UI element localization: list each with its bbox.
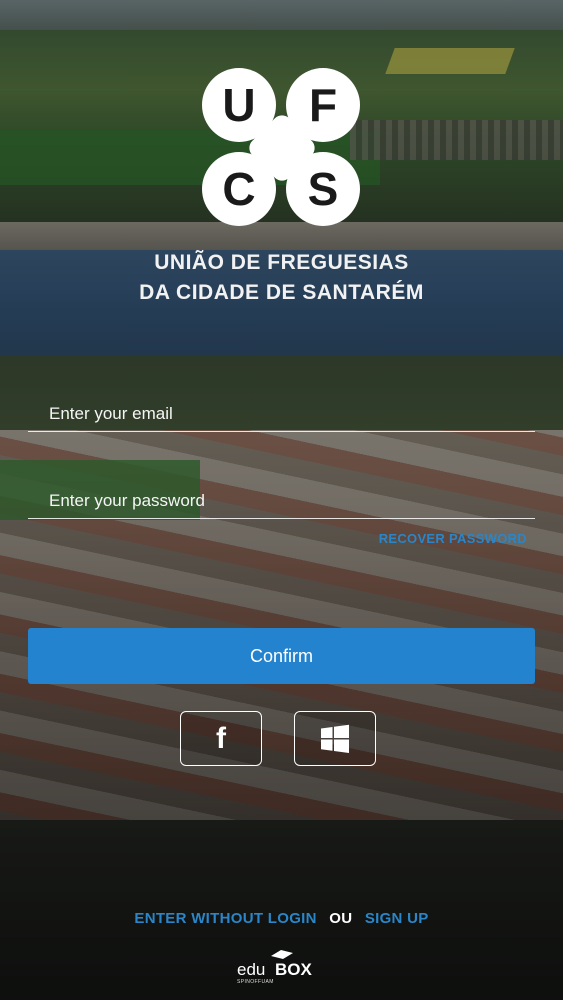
logo-letter-u: U [202,68,276,142]
sign-up-link[interactable]: SIGN UP [365,910,429,927]
windows-login-button[interactable] [294,711,376,766]
email-field [28,396,535,432]
facebook-login-button[interactable]: f [180,711,262,766]
ufcs-logo: U F C S [200,66,364,230]
logo-letter-c: C [202,152,276,226]
windows-icon [321,724,349,753]
password-input[interactable] [28,483,535,518]
logo-letter-s: S [286,152,360,226]
email-input[interactable] [28,396,535,431]
password-field [28,483,535,519]
app-title: UNIÃO DE FREGUESIAS DA CIDADE DE SANTARÉ… [0,248,563,308]
edubox-logo: edu BOX SPINOFFUAM [237,948,329,988]
app-title-line-2: DA CIDADE DE SANTARÉM [139,281,424,304]
enter-without-login-link[interactable]: ENTER WITHOUT LOGIN [134,910,316,927]
recover-password-link[interactable]: RECOVER PASSWORD [379,531,527,546]
app-title-line-1: UNIÃO DE FREGUESIAS [154,251,409,274]
or-separator: OU [329,910,353,927]
brand-box-text: BOX [275,960,312,979]
box-lid-icon [271,950,293,959]
footer-links: ENTER WITHOUT LOGIN OU SIGN UP [0,910,563,927]
logo-letter-f: F [286,68,360,142]
confirm-button[interactable]: Confirm [28,628,535,684]
facebook-icon: f [216,721,226,755]
brand-subtitle: SPINOFFUAM [237,979,274,985]
brand-edu-text: edu [237,960,266,979]
